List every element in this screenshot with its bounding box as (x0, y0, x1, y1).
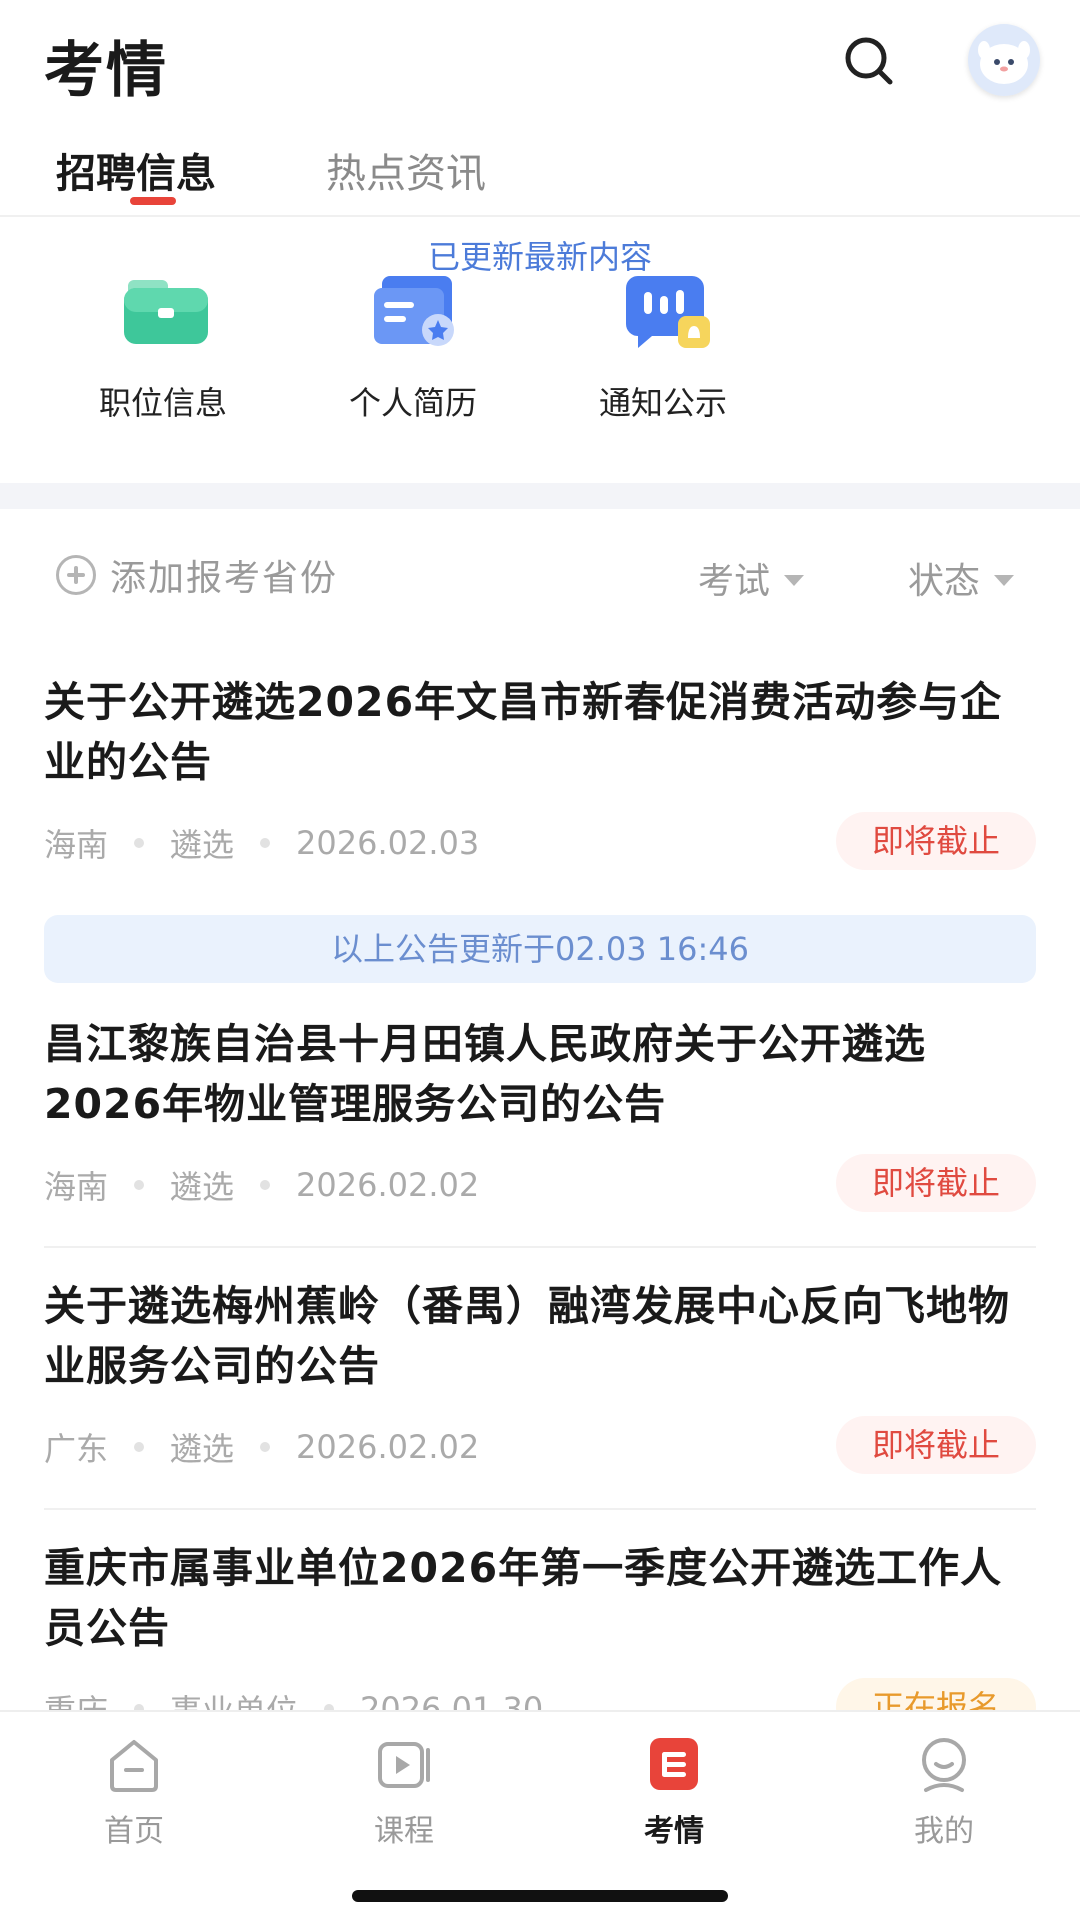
list-divider (44, 1246, 1036, 1248)
notice-region: 广东 (44, 1430, 109, 1468)
notice-region: 海南 (44, 1168, 109, 1206)
notice-title: 关于遴选梅州蕉岭（番禺）融湾发展中心反向飞地物业服务公司的公告 (44, 1282, 1010, 1390)
nav-label: 首页 (104, 1814, 164, 1849)
nav-label: 课程 (374, 1814, 434, 1849)
nav-course[interactable]: 课程 (324, 1734, 484, 1864)
tab-bar: 招聘信息 热点资讯 (0, 125, 1080, 215)
status-badge: 即将截止 (836, 812, 1036, 870)
status-badge: 即将截止 (836, 1154, 1036, 1212)
status-filter-dropdown[interactable]: 状态 (908, 552, 1015, 604)
profile-icon (922, 1738, 966, 1792)
course-play-icon (378, 1742, 430, 1788)
tab-recruitment[interactable]: 招聘信息 (56, 141, 216, 199)
quick-link-notices[interactable]: 通知公示 (563, 268, 763, 428)
quick-link-label: 通知公示 (598, 384, 727, 422)
nav-exam-info[interactable]: 考情 (594, 1734, 754, 1864)
separator-dot (260, 838, 271, 848)
quick-link-positions[interactable]: 职位信息 (63, 268, 263, 428)
user-avatar-icon (968, 24, 1040, 96)
bottom-nav: 首页 课程 考情 我的 (0, 1710, 1080, 1920)
home-indicator (352, 1890, 728, 1902)
exam-filter-label: 考试 (698, 561, 771, 602)
home-icon (110, 1740, 158, 1792)
notice-date: 2026.02.02 (296, 1428, 480, 1466)
briefcase-icon (124, 280, 208, 344)
search-button[interactable] (838, 30, 902, 94)
header: 考情 (0, 0, 1080, 125)
notice-date: 2026.02.03 (296, 824, 480, 862)
notice-title: 昌江黎族自治县十月田镇人民政府关于公开遴选2026年物业管理服务公司的公告 (44, 1020, 926, 1128)
notice-category: 遴选 (170, 1168, 235, 1206)
quick-link-label: 个人简历 (348, 384, 477, 422)
page-title: 考情 (44, 36, 168, 106)
notice-meta: 海南 遴选 2026.02.03 (44, 820, 479, 866)
update-banner: 以上公告更新于02.03 16:46 (44, 915, 1036, 983)
filter-row: 添加报考省份 考试 状态 (0, 540, 1080, 610)
notice-chat-icon (626, 276, 710, 348)
resume-icon (374, 276, 454, 346)
notice-region: 重庆 (44, 1686, 108, 1710)
exam-filter-dropdown[interactable]: 考试 (698, 552, 805, 604)
avatar[interactable] (968, 24, 1040, 96)
notice-item[interactable]: 关于公开遴选2026年文昌市新春促消费活动参与企业的公告 海南 遴选 2026.… (44, 672, 1036, 872)
notice-category: 事业单位 (170, 1686, 298, 1710)
separator-dot (134, 1180, 145, 1190)
add-province-label: 添加报考省份 (110, 558, 339, 599)
notice-title: 重庆市属事业单位2026年第一季度公开遴选工作人员公告 (44, 1544, 1003, 1652)
separator-dot (134, 838, 145, 848)
chevron-down-icon (994, 574, 1015, 586)
status-badge: 正在报名 (836, 1678, 1036, 1710)
notice-date: 2026.01.30 (360, 1690, 544, 1710)
notice-item[interactable]: 重庆市属事业单位2026年第一季度公开遴选工作人员公告 重庆 事业单位 2026… (44, 1538, 1036, 1710)
notice-date: 2026.02.02 (296, 1166, 480, 1204)
add-circle-icon (56, 555, 96, 595)
active-tab-indicator (130, 197, 176, 205)
status-filter-label: 状态 (908, 561, 981, 602)
notice-meta: 广东 遴选 2026.02.02 (44, 1424, 479, 1470)
nav-profile[interactable]: 我的 (864, 1734, 1024, 1864)
exam-info-icon (650, 1738, 698, 1790)
nav-label: 我的 (914, 1814, 974, 1849)
separator-dot (260, 1180, 271, 1190)
quick-link-label: 职位信息 (98, 384, 227, 422)
separator-dot (260, 1442, 271, 1452)
list-divider (44, 1508, 1036, 1510)
notice-meta: 重庆 事业单位 2026.01.30 (44, 1686, 543, 1710)
notice-category: 遴选 (170, 826, 235, 864)
notice-title: 关于公开遴选2026年文昌市新春促消费活动参与企业的公告 (44, 678, 1003, 786)
nav-label: 考情 (644, 1814, 704, 1849)
notice-region: 海南 (44, 826, 109, 864)
add-province-button[interactable]: 添加报考省份 (56, 548, 338, 602)
section-gap (0, 483, 1080, 509)
tabs-divider (0, 215, 1080, 217)
tab-hot-news[interactable]: 热点资讯 (326, 141, 486, 199)
notice-item[interactable]: 关于遴选梅州蕉岭（番禺）融湾发展中心反向飞地物业服务公司的公告 广东 遴选 20… (44, 1276, 1036, 1476)
notice-category: 遴选 (170, 1430, 235, 1468)
search-icon (845, 37, 893, 85)
quick-link-resume[interactable]: 个人简历 (313, 268, 513, 428)
notice-meta: 海南 遴选 2026.02.02 (44, 1162, 479, 1208)
status-badge: 即将截止 (836, 1416, 1036, 1474)
nav-home[interactable]: 首页 (54, 1734, 214, 1864)
notice-item[interactable]: 昌江黎族自治县十月田镇人民政府关于公开遴选2026年物业管理服务公司的公告 海南… (44, 1014, 1036, 1214)
separator-dot (134, 1442, 145, 1452)
chevron-down-icon (784, 574, 805, 586)
